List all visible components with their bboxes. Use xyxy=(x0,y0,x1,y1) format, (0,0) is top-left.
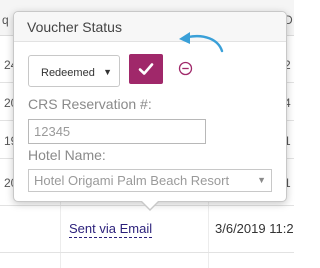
sent-via-email-link[interactable]: Sent via Email xyxy=(69,221,153,238)
date-cell: 3/6/2019 11:2 xyxy=(215,221,294,236)
popover-pointer-fill xyxy=(142,201,158,209)
hotel-name-label: Hotel Name: xyxy=(28,147,106,163)
popover-title: Voucher Status xyxy=(14,12,286,42)
curved-arrow-icon xyxy=(179,32,224,53)
crs-reservation-label: CRS Reservation #: xyxy=(28,96,152,112)
table-header-cell: q xyxy=(2,13,9,27)
row-divider xyxy=(0,252,294,253)
crs-reservation-input[interactable]: 12345 xyxy=(28,119,206,144)
status-select-value: Redeemed xyxy=(41,67,95,79)
confirm-status-button[interactable] xyxy=(129,54,163,84)
check-icon xyxy=(138,63,154,75)
chevron-down-icon: ▼ xyxy=(103,67,112,77)
chevron-down-icon: ▼ xyxy=(257,175,266,185)
hotel-select-value: Hotel Origami Palm Beach Resort xyxy=(34,173,230,188)
hotel-name-select[interactable]: Hotel Origami Palm Beach Resort ▼ xyxy=(28,169,272,192)
minus-circle-icon[interactable] xyxy=(178,61,193,76)
voucher-status-select[interactable]: Redeemed ▼ xyxy=(28,55,120,87)
